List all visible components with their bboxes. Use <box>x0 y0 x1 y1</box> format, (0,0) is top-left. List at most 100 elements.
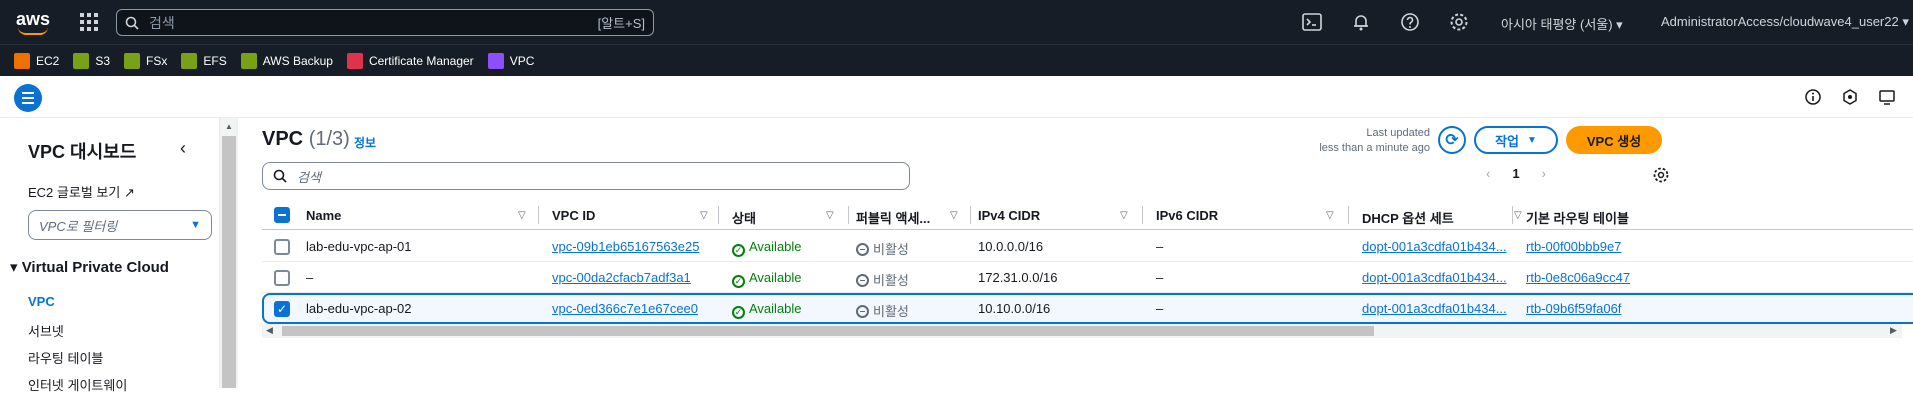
cloudshell-icon[interactable] <box>1301 11 1323 33</box>
search-shortcut: [알트+S] <box>597 16 645 31</box>
prev-page-icon[interactable]: ‹ <box>1486 166 1490 181</box>
scroll-right-icon[interactable]: ▶ <box>1890 325 1897 336</box>
favorite-fsx[interactable]: FSx <box>124 52 167 69</box>
settings-icon[interactable] <box>1448 11 1470 33</box>
filter-placeholder: VPC로 필터링 <box>39 218 118 234</box>
aws-logo[interactable]: aws <box>16 9 52 35</box>
state-label: Available <box>749 301 802 316</box>
bell-icon[interactable] <box>1350 11 1372 33</box>
sidebar-item-vpc[interactable]: VPC <box>28 294 55 309</box>
favorite-certificate-manager[interactable]: Certificate Manager <box>346 52 474 69</box>
cell-dhcp-link[interactable]: dopt-001a3cdfa01b434... <box>1362 270 1507 285</box>
ec2-icon <box>14 52 30 69</box>
column-header-ipv6-cidr[interactable]: IPv6 CIDR ▽ <box>1156 208 1342 223</box>
table-row[interactable]: lab-edu-vpc-ap-01 vpc-09b1eb65167563e25 … <box>262 231 1913 262</box>
sort-icon[interactable]: ▽ <box>1326 210 1334 221</box>
cell-ipv6-cidr: – <box>1156 301 1164 316</box>
check-circle-icon: ✓ <box>732 275 745 288</box>
row-checkbox[interactable] <box>274 239 290 255</box>
cell-vpc-id-link[interactable]: vpc-0ed366c7e1e67cee0 <box>552 301 698 316</box>
info-icon[interactable] <box>1804 88 1822 106</box>
column-label: 기본 라우팅 테이블 <box>1526 211 1629 226</box>
scroll-left-icon[interactable]: ◀ <box>266 325 273 336</box>
help-icon[interactable] <box>1399 11 1421 33</box>
table-search-input[interactable]: 검색 <box>262 162 910 190</box>
favorite-vpc[interactable]: VPC <box>487 52 534 69</box>
close-sidebar-icon[interactable]: ‹ <box>180 138 186 159</box>
column-label: VPC ID <box>552 208 596 223</box>
column-header-name[interactable]: Name ▽ <box>306 208 534 223</box>
s3-icon <box>73 52 90 69</box>
column-header-dhcp-options[interactable]: DHCP 옵션 세트 ▽ <box>1362 208 1530 227</box>
sort-icon[interactable]: ▽ <box>518 210 526 221</box>
row-checkbox-checked[interactable]: ✓ <box>274 301 290 317</box>
cell-route-table-link[interactable]: rtb-00f00bbb9e7 <box>1526 239 1621 254</box>
cell-ipv6-cidr: – <box>1156 239 1164 254</box>
table-preferences-icon[interactable] <box>1652 166 1670 184</box>
scrollbar-thumb[interactable] <box>222 136 236 388</box>
sidebar-item-subnets[interactable]: 서브넷 <box>28 321 64 340</box>
pagination: ‹ 1 › <box>1486 166 1546 181</box>
scrollbar-thumb[interactable] <box>282 326 1374 336</box>
title-text: VPC <box>262 128 304 150</box>
favorite-ec2[interactable]: EC2 <box>14 52 59 69</box>
column-label: DHCP 옵션 세트 <box>1362 211 1454 226</box>
region-selector[interactable]: 아시아 태평양 (서울) ▾ <box>1501 14 1623 33</box>
global-view-label: EC2 글로벌 보기 <box>28 185 121 200</box>
services-menu-icon[interactable] <box>80 13 98 31</box>
sidebar-item-route-tables[interactable]: 라우팅 테이블 <box>28 348 103 367</box>
sidebar-item-internet-gateways[interactable]: 인터넷 게이트웨이 <box>28 375 127 394</box>
scroll-up-icon[interactable]: ▲ <box>225 122 233 131</box>
next-page-icon[interactable]: › <box>1542 166 1546 181</box>
sort-icon[interactable]: ▽ <box>826 210 834 221</box>
table-row[interactable]: – vpc-00da2cfacb7adf3a1 ✓ Available 비활성 1… <box>262 262 1913 293</box>
column-header-state[interactable]: 상태 ▽ <box>732 208 842 227</box>
side-navigation: VPC 대시보드 ‹ EC2 글로벌 보기 ↗ VPC로 필터링 ▼ ▾ Vir… <box>0 118 220 393</box>
cell-vpc-id-link[interactable]: vpc-00da2cfacb7adf3a1 <box>552 270 691 285</box>
sidebar-scrollbar[interactable]: ▲ <box>220 118 238 388</box>
row-checkbox[interactable] <box>274 270 290 286</box>
cell-vpc-id-link[interactable]: vpc-09b1eb65167563e25 <box>552 239 699 254</box>
create-vpc-button[interactable]: VPC 생성 <box>1566 126 1662 154</box>
cell-dhcp-link[interactable]: dopt-001a3cdfa01b434... <box>1362 301 1507 316</box>
actions-label: 작업 <box>1495 133 1519 149</box>
favorite-label: Certificate Manager <box>368 53 474 68</box>
cell-ipv4-cidr: 10.10.0.0/16 <box>978 301 1051 316</box>
ec2-global-view-link[interactable]: EC2 글로벌 보기 ↗ <box>28 182 135 201</box>
column-header-main-route-table[interactable]: 기본 라우팅 테이블 <box>1526 208 1629 227</box>
vpc-filter-select[interactable]: VPC로 필터링 ▼ <box>28 210 212 240</box>
favorite-aws-backup[interactable]: AWS Backup <box>240 52 333 69</box>
feedback-icon[interactable] <box>1841 88 1859 106</box>
state-label: Available <box>749 270 802 285</box>
page-number[interactable]: 1 <box>1512 166 1519 181</box>
column-header-ipv4-cidr[interactable]: IPv4 CIDR ▽ <box>978 208 1136 223</box>
sort-icon[interactable]: ▽ <box>1514 210 1522 221</box>
info-link[interactable]: 정보 <box>354 134 376 151</box>
sort-icon[interactable]: ▽ <box>700 210 708 221</box>
column-header-vpc-id[interactable]: VPC ID ▽ <box>552 208 714 223</box>
navigation-menu-button[interactable] <box>14 84 42 112</box>
search-placeholder: 검색 <box>149 14 175 31</box>
cell-dhcp-link[interactable]: dopt-001a3cdfa01b434... <box>1362 239 1507 254</box>
refresh-button[interactable]: ⟳ <box>1438 126 1466 154</box>
display-settings-icon[interactable] <box>1878 88 1896 106</box>
table-horizontal-scrollbar[interactable]: ◀ ▶ <box>262 324 1902 338</box>
account-menu[interactable]: AdministratorAccess/cloudwave4_user22 ▾ <box>1661 14 1909 30</box>
table-row-selected[interactable]: ✓ lab-edu-vpc-ap-02 vpc-0ed366c7e1e67cee… <box>262 293 1913 324</box>
sort-icon[interactable]: ▽ <box>950 210 958 221</box>
page-title: VPC (1/3) <box>262 128 350 151</box>
select-all-checkbox[interactable] <box>274 207 290 223</box>
cell-route-table-link[interactable]: rtb-0e8c06a9cc47 <box>1526 270 1630 285</box>
global-search-input[interactable]: 검색 [알트+S] <box>116 9 654 36</box>
favorite-efs[interactable]: EFS <box>181 52 227 69</box>
sidebar-title[interactable]: VPC 대시보드 <box>28 138 136 164</box>
actions-button[interactable]: 작업 ▼ <box>1474 126 1558 154</box>
cell-public-access: 비활성 <box>856 270 909 289</box>
table-header: Name ▽ VPC ID ▽ 상태 ▽ 퍼블릭 액세... ▽ IPv4 CIDR ▽ … <box>262 200 1913 230</box>
column-header-public-access[interactable]: 퍼블릭 액세... ▽ <box>856 208 966 227</box>
cell-ipv4-cidr: 172.31.0.0/16 <box>978 270 1058 285</box>
sidebar-section-vpc[interactable]: ▾ Virtual Private Cloud <box>10 258 169 276</box>
sort-icon[interactable]: ▽ <box>1120 210 1128 221</box>
cell-route-table-link[interactable]: rtb-09b6f59fa06f <box>1526 301 1621 316</box>
favorite-s3[interactable]: S3 <box>73 52 110 69</box>
